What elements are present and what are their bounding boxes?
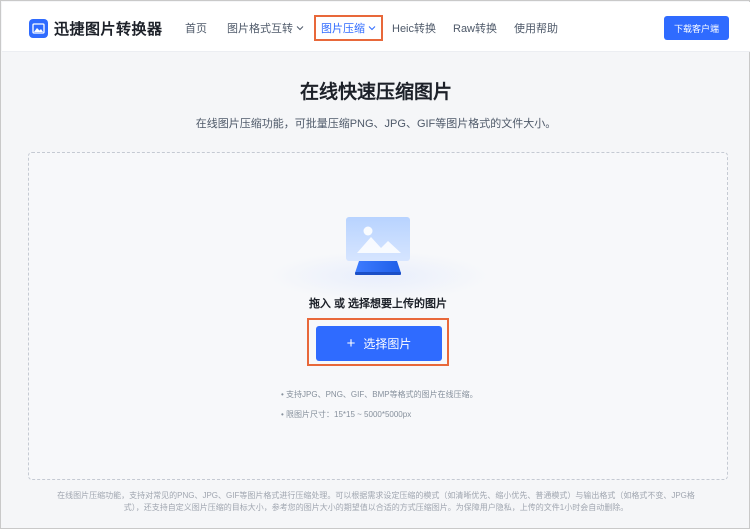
select-image-button[interactable]: + 选择图片 — [316, 326, 442, 361]
nav-help[interactable]: 使用帮助 — [514, 20, 558, 36]
image-upload-illustration — [343, 215, 413, 282]
nav-home[interactable]: 首页 — [185, 20, 207, 36]
nav-image-compress[interactable]: 图片压缩 — [314, 15, 383, 41]
logo[interactable]: 迅捷图片转换器 — [29, 18, 163, 39]
nav-heic-label: Heic转换 — [392, 23, 437, 35]
tip-formats: • 支持JPG、PNG、GIF、BMP等格式的图片在线压缩。 — [281, 390, 478, 399]
nav-heic-convert[interactable]: Heic转换 — [392, 20, 436, 36]
image-logo-icon — [29, 19, 48, 38]
nav-raw-label: Raw转换 — [453, 23, 498, 35]
upload-dropzone[interactable]: 拖入 或 选择想要上传的图片 + 选择图片 • 支持JPG、PNG、GIF、BM… — [28, 152, 728, 480]
chevron-down-icon — [296, 22, 304, 34]
page-title: 在线快速压缩图片 — [299, 82, 452, 103]
nav-image-compress-label: 图片压缩 — [321, 23, 365, 35]
nav-format-convert-label: 图片格式互转 — [227, 23, 293, 35]
download-client-button[interactable]: 下载客户端 — [664, 16, 729, 40]
nav-raw-convert[interactable]: Raw转换 — [453, 20, 497, 36]
drop-prompt: 拖入 或 选择想要上传的图片 — [308, 298, 448, 310]
footer-description: 在线图片压缩功能，支持对常见的PNG、JPG、GIF等图片格式进行压缩处理。可以… — [57, 491, 695, 512]
top-header: 迅捷图片转换器 首页 图片格式互转 图片压缩 Heic转换 Raw转换 使用帮助… — [2, 2, 750, 52]
nav-help-label: 使用帮助 — [514, 23, 558, 35]
page-subtitle: 在线图片压缩功能，可批量压缩PNG、JPG、GIF等图片格式的文件大小。 — [195, 118, 557, 130]
nav-format-convert[interactable]: 图片格式互转 — [227, 20, 304, 36]
logo-text: 迅捷图片转换器 — [54, 21, 163, 38]
select-image-label: 选择图片 — [363, 337, 412, 351]
chevron-down-icon — [368, 22, 376, 34]
nav-home-label: 首页 — [185, 23, 207, 35]
tip-size-limit: • 限图片尺寸：15*15 ~ 5000*5000px — [281, 410, 412, 419]
plus-icon: + — [346, 335, 356, 352]
app-frame: 迅捷图片转换器 首页 图片格式互转 图片压缩 Heic转换 Raw转换 使用帮助… — [0, 0, 750, 529]
